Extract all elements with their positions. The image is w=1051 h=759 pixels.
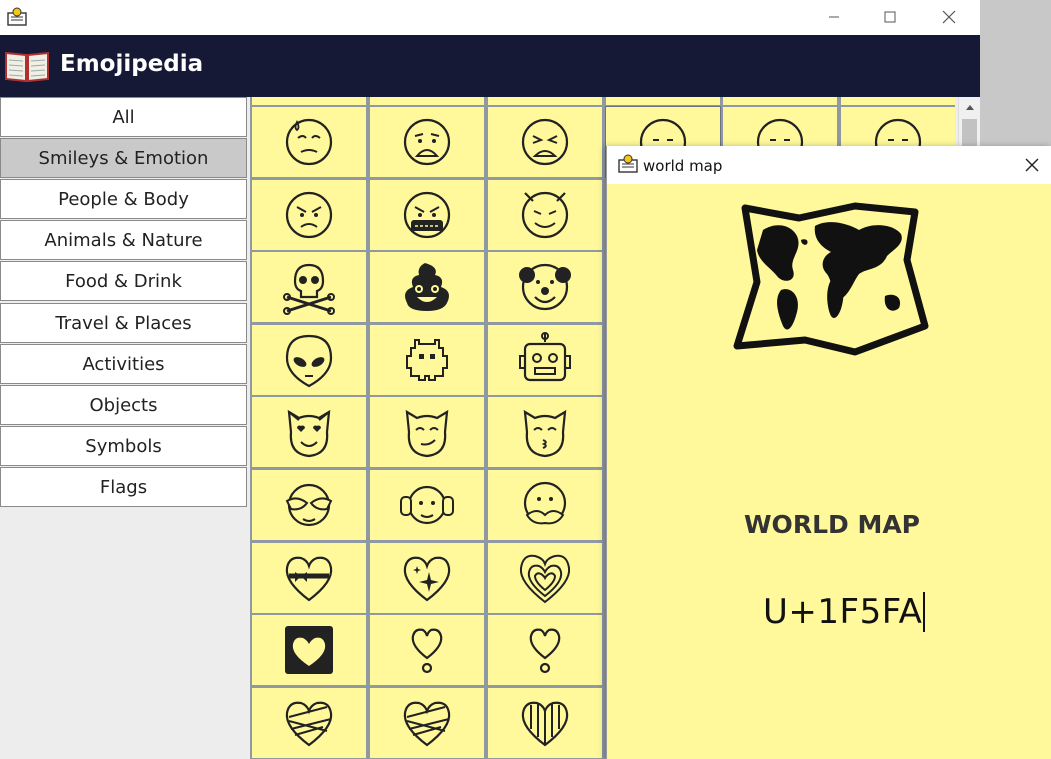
category-objects[interactable]: Objects xyxy=(0,385,247,425)
emoji-cell[interactable] xyxy=(488,107,602,177)
emoji-cell[interactable] xyxy=(370,470,484,540)
heart-with-ribbon-icon xyxy=(285,556,333,601)
angry-face-icon xyxy=(285,191,333,238)
growing-heart-icon xyxy=(519,554,571,603)
category-animals-nature[interactable]: Animals & Nature xyxy=(0,220,247,260)
emoji-cell[interactable] xyxy=(370,179,484,250)
robot-icon xyxy=(519,331,571,381)
category-activities[interactable]: Activities xyxy=(0,344,247,384)
pile-of-poo-icon xyxy=(405,263,449,312)
maximize-button[interactable] xyxy=(867,0,913,33)
emoji-cell[interactable] xyxy=(370,397,484,468)
emoji-cell[interactable] xyxy=(252,324,366,395)
clown-face-icon xyxy=(519,264,571,311)
category-flags[interactable]: Flags xyxy=(0,467,247,507)
mending-heart-icon xyxy=(403,701,451,747)
emoji-cell[interactable] xyxy=(370,615,484,686)
alien-monster-icon xyxy=(406,338,448,381)
see-no-evil-monkey-icon xyxy=(285,483,333,527)
striped-heart-icon xyxy=(521,701,569,747)
category-smileys-emotion[interactable]: Smileys & Emotion xyxy=(0,138,247,178)
emoji-cell[interactable] xyxy=(488,179,602,250)
minimize-button[interactable] xyxy=(811,0,857,33)
emoji-cell[interactable] xyxy=(252,470,366,540)
emoji-code-field[interactable]: U+1F5FA xyxy=(763,592,926,632)
category-sidebar: All Smileys & Emotion People & Body Anim… xyxy=(0,97,247,759)
anguished-face-icon xyxy=(403,118,451,166)
emoji-cell[interactable] xyxy=(488,324,602,395)
app-title: Emojipedia xyxy=(60,51,204,77)
speak-no-evil-monkey-icon xyxy=(523,481,567,525)
emoji-cell[interactable] xyxy=(841,97,955,105)
emoji-cell[interactable] xyxy=(252,97,366,105)
emoji-cell[interactable] xyxy=(252,615,366,686)
emoji-cell[interactable] xyxy=(488,542,602,613)
minimize-icon xyxy=(829,16,839,17)
emoji-cell[interactable] xyxy=(488,687,602,758)
window-titlebar xyxy=(0,0,980,35)
heart-exclamation-icon xyxy=(529,628,561,674)
heart-decoration-icon xyxy=(285,626,333,675)
smiling-cat-with-heart-eyes-icon xyxy=(287,410,331,458)
emoji-cell[interactable] xyxy=(370,97,484,105)
kissing-cat-icon xyxy=(523,410,567,458)
category-symbols[interactable]: Symbols xyxy=(0,426,247,466)
close-icon xyxy=(942,10,956,23)
emoji-cell[interactable] xyxy=(488,397,602,468)
emoji-cell[interactable] xyxy=(252,107,366,177)
detail-window-title: world map xyxy=(643,157,723,175)
emoji-cell[interactable] xyxy=(370,324,484,395)
tired-face-icon xyxy=(521,118,569,166)
hear-no-evil-monkey-icon xyxy=(400,485,454,525)
emoji-cell[interactable] xyxy=(488,252,602,323)
emoji-cell[interactable] xyxy=(488,470,602,540)
emoji-cell[interactable] xyxy=(252,179,366,250)
open-book-icon xyxy=(5,51,49,83)
sparkling-heart-icon xyxy=(403,556,451,601)
category-food-drink[interactable]: Food & Drink xyxy=(0,261,247,301)
app-header: Emojipedia xyxy=(0,35,980,97)
maximize-icon xyxy=(884,11,896,22)
scroll-up-button[interactable] xyxy=(959,97,980,117)
emoji-cell[interactable] xyxy=(370,542,484,613)
emoji-cell[interactable] xyxy=(606,97,720,105)
mending-heart-icon xyxy=(285,701,333,747)
emoji-cell[interactable] xyxy=(370,107,484,177)
emoji-cell[interactable] xyxy=(488,615,602,686)
detail-close-button[interactable] xyxy=(1012,146,1051,184)
scroll-up-arrow-icon xyxy=(965,105,974,110)
downcast-face-with-sweat-icon xyxy=(285,118,333,166)
emoji-cell[interactable] xyxy=(488,97,602,105)
close-icon xyxy=(1025,158,1039,172)
emoji-cell[interactable] xyxy=(252,397,366,468)
smiling-face-with-horns-icon xyxy=(521,191,569,238)
emoji-cell[interactable] xyxy=(252,252,366,323)
alien-icon xyxy=(285,334,333,388)
world-map-icon xyxy=(733,202,929,356)
heart-exclamation-icon xyxy=(411,628,443,674)
emoji-cell[interactable] xyxy=(252,687,366,758)
category-all[interactable]: All xyxy=(0,97,247,137)
face-with-symbols-on-mouth-icon xyxy=(403,191,451,238)
emoji-cell[interactable] xyxy=(370,687,484,758)
app-icon xyxy=(618,154,638,173)
close-button[interactable] xyxy=(926,0,972,33)
emoji-cell[interactable] xyxy=(723,97,837,105)
cat-with-wry-smile-icon xyxy=(405,410,449,458)
emoji-name: WORLD MAP xyxy=(743,510,920,539)
category-travel-places[interactable]: Travel & Places xyxy=(0,303,247,343)
emoji-cell[interactable] xyxy=(370,252,484,323)
emoji-cell[interactable] xyxy=(252,542,366,613)
category-people-body[interactable]: People & Body xyxy=(0,179,247,219)
emoji-detail-window: world map WORLD MAP U+1F5FA xyxy=(606,146,1051,759)
app-icon xyxy=(7,7,27,26)
skull-and-crossbones-icon xyxy=(283,264,335,316)
detail-titlebar: world map xyxy=(607,146,1051,184)
